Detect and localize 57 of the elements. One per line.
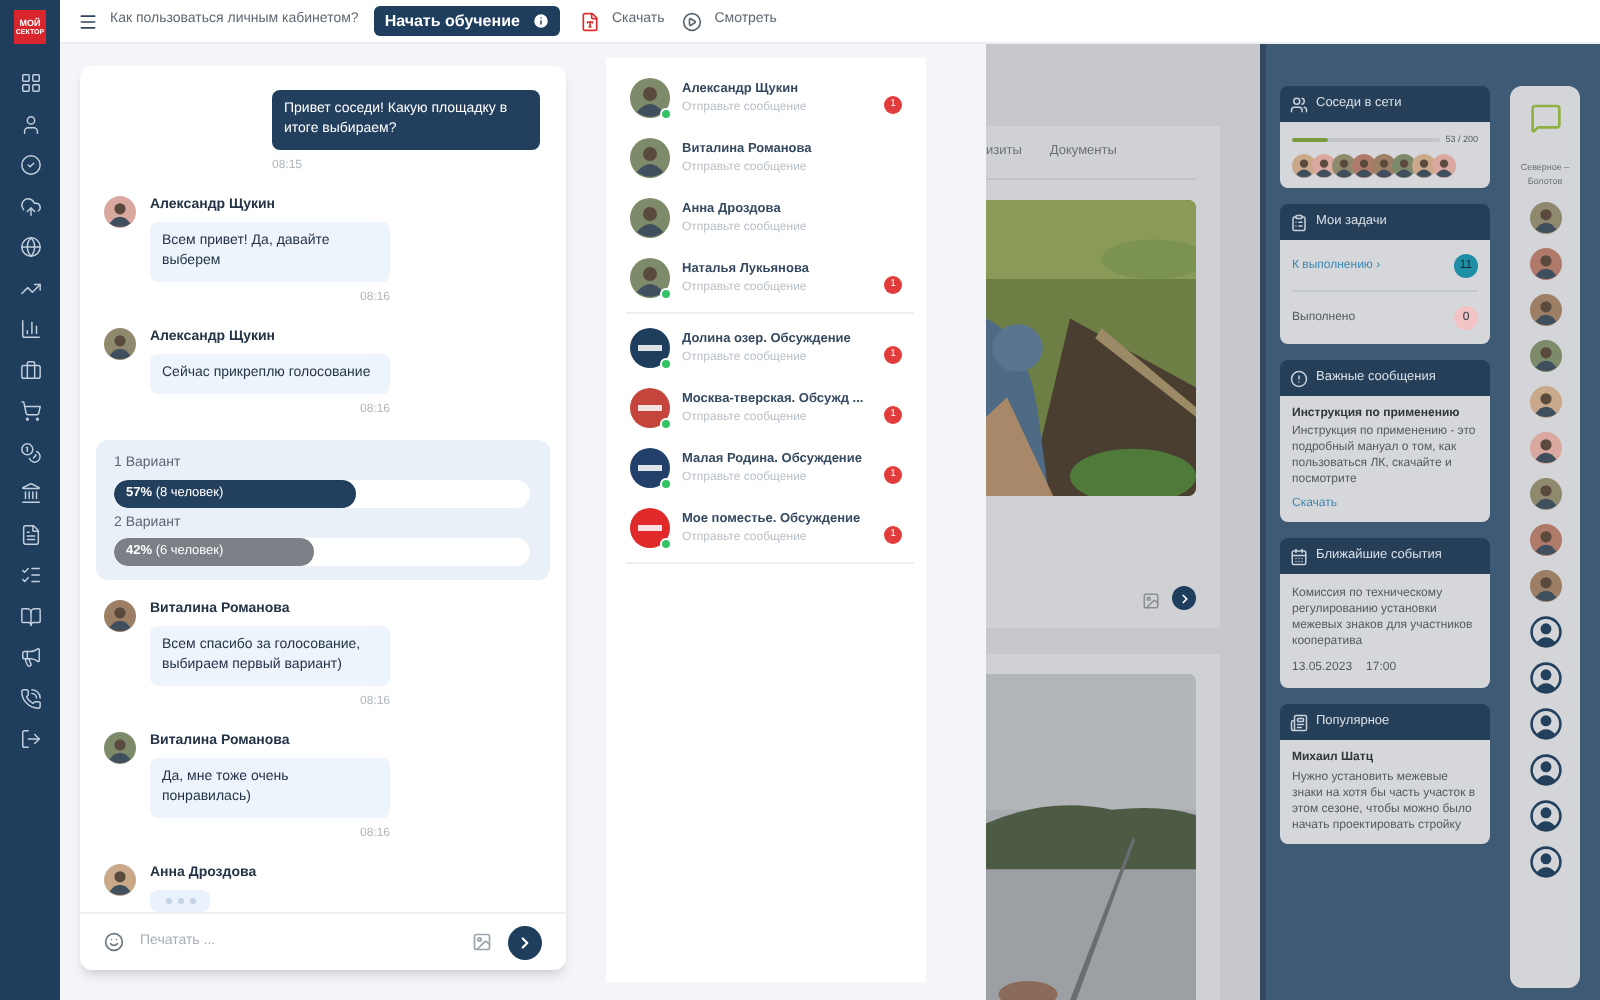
alert-icon [1290,369,1308,387]
chevron-right-icon [1177,591,1191,605]
menu-icon[interactable] [78,11,98,31]
avatar [1529,662,1561,694]
avatar [104,732,136,764]
avatar [1529,524,1561,556]
avatar [1529,386,1561,418]
newspaper-icon [1290,713,1308,731]
coins-icon[interactable] [19,441,41,463]
logout-icon[interactable] [19,728,41,750]
emoji-icon[interactable] [104,932,124,952]
avatar [1529,570,1561,602]
avatar [630,78,670,118]
avatar [1529,708,1561,740]
avatar [630,198,670,238]
avatar [1529,846,1561,878]
send-button[interactable] [508,925,542,959]
pdf-icon[interactable] [579,11,600,31]
avatar [1529,478,1561,510]
users-icon [1290,95,1308,113]
bar-chart-icon[interactable] [19,318,41,340]
user-icon[interactable] [19,113,41,135]
avatar [1529,202,1561,234]
avatar [1529,616,1561,648]
avatar [1529,800,1561,832]
cart-icon[interactable] [19,400,41,422]
check-circle-icon[interactable] [19,154,41,176]
avatar [104,864,136,896]
avatar [1529,432,1561,464]
avatar [1529,340,1561,372]
avatar [1529,248,1561,280]
building-icon[interactable] [19,482,41,504]
cloud-upload-icon[interactable] [19,195,41,217]
start-tutorial-button[interactable]: Начать обучение [374,6,560,36]
chevron-right-icon [516,933,534,951]
calendar-icon [1290,547,1308,565]
avatar [630,258,670,298]
grid-icon[interactable] [19,72,41,94]
avatar [1529,294,1561,326]
phone-icon[interactable] [19,687,41,709]
send-button[interactable] [1172,586,1196,610]
info-icon [531,12,550,30]
image-icon[interactable] [472,932,492,952]
globe-icon[interactable] [19,236,41,258]
play-icon[interactable] [682,11,703,31]
avatar [630,138,670,178]
briefcase-icon[interactable] [19,359,41,381]
avatar [104,600,136,632]
avatar [104,328,136,360]
avatar [1432,154,1456,178]
book-icon[interactable] [19,605,41,627]
document-icon[interactable] [19,523,41,545]
checklist-icon[interactable] [19,564,41,586]
avatar [1529,754,1561,786]
megaphone-icon[interactable] [19,646,41,668]
avatar [104,196,136,228]
clipboard-icon [1290,213,1308,231]
